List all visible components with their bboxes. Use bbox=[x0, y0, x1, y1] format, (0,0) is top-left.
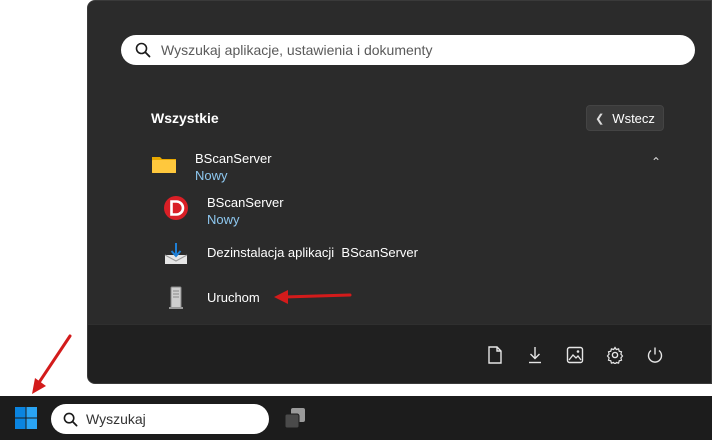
pictures-icon[interactable] bbox=[565, 345, 585, 365]
settings-gear-icon[interactable] bbox=[605, 345, 625, 365]
folder-name: BScanServer bbox=[195, 151, 272, 166]
start-menu: Wszystkie ❮ Wstecz BScanServer Nowy ⌃ BS… bbox=[87, 0, 712, 384]
app-item-uruchom[interactable]: Uruchom bbox=[163, 285, 260, 311]
chevron-up-icon[interactable]: ⌃ bbox=[651, 155, 661, 169]
app-new-badge: Nowy bbox=[207, 212, 240, 227]
start-search-box[interactable] bbox=[121, 35, 695, 65]
chevron-left-icon: ❮ bbox=[595, 112, 605, 125]
start-search-input[interactable] bbox=[161, 42, 681, 58]
search-icon bbox=[63, 412, 78, 426]
back-button[interactable]: ❮ Wstecz bbox=[586, 105, 664, 131]
folder-new-badge: Nowy bbox=[195, 168, 228, 183]
windows-logo-icon bbox=[15, 407, 37, 429]
search-icon bbox=[135, 42, 151, 58]
taskbar-search-box[interactable] bbox=[51, 404, 269, 434]
task-view-icon[interactable] bbox=[283, 406, 307, 430]
app-name: Dezinstalacja aplikacji BScanServer bbox=[207, 245, 418, 260]
app-name: BScanServer bbox=[207, 195, 284, 210]
annotation-arrow-start bbox=[32, 334, 72, 394]
section-title: Wszystkie bbox=[151, 110, 219, 126]
power-icon[interactable] bbox=[645, 345, 665, 365]
windows-start-button[interactable] bbox=[14, 406, 38, 430]
start-menu-footer bbox=[88, 324, 711, 383]
bscan-d-icon bbox=[163, 195, 189, 221]
server-tower-icon bbox=[163, 285, 189, 311]
back-button-label: Wstecz bbox=[612, 110, 655, 126]
taskbar-search-input[interactable] bbox=[86, 411, 256, 427]
folder-icon bbox=[151, 151, 177, 177]
document-icon[interactable] bbox=[485, 345, 505, 365]
download-icon[interactable] bbox=[525, 345, 545, 365]
uninstall-download-icon bbox=[163, 241, 189, 267]
app-item-bscanserver[interactable]: BScanServer Nowy bbox=[163, 195, 284, 229]
folder-bscanserver[interactable]: BScanServer Nowy bbox=[151, 151, 272, 185]
taskbar bbox=[0, 396, 712, 440]
app-item-uninstall[interactable]: Dezinstalacja aplikacji BScanServer bbox=[163, 241, 418, 267]
app-name: Uruchom bbox=[207, 290, 260, 305]
